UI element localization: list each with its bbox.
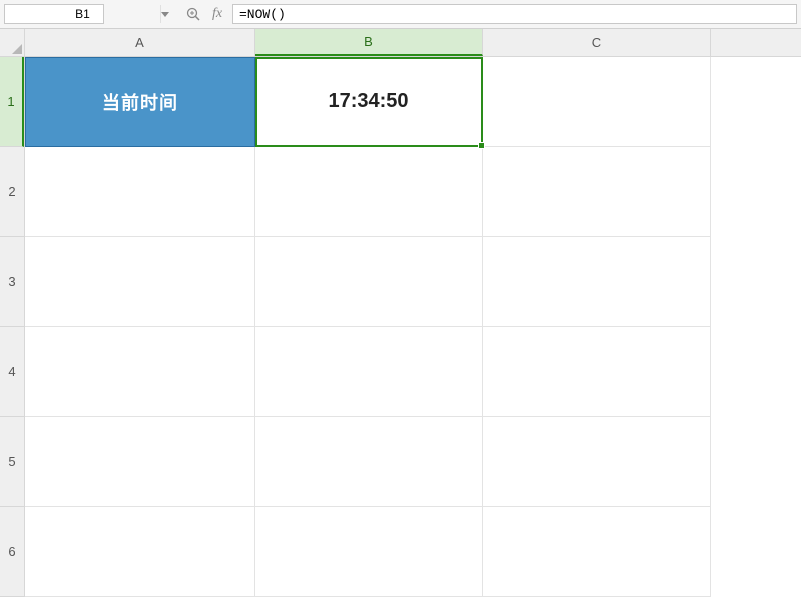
row-5 (25, 417, 801, 507)
cell-A3[interactable] (25, 237, 255, 327)
select-all-corner[interactable] (0, 29, 25, 57)
row-header-3[interactable]: 3 (0, 237, 24, 327)
name-box-input[interactable] (5, 7, 160, 21)
column-headers: A B C (25, 29, 801, 57)
cell-B1[interactable]: 17:34:50 (255, 57, 483, 147)
cell-area: 当前时间 17:34:50 (25, 57, 801, 597)
cell-A2[interactable] (25, 147, 255, 237)
fx-icon[interactable]: fx (208, 5, 226, 23)
row-header-2[interactable]: 2 (0, 147, 24, 237)
name-box-dropdown-icon[interactable] (160, 5, 169, 23)
row-header-6[interactable]: 6 (0, 507, 24, 597)
name-box-wrap[interactable] (4, 4, 104, 24)
row-1: 当前时间 17:34:50 (25, 57, 801, 147)
row-4 (25, 327, 801, 417)
cell-C3[interactable] (483, 237, 711, 327)
row-3 (25, 237, 801, 327)
cell-B4[interactable] (255, 327, 483, 417)
column-header-A[interactable]: A (25, 29, 255, 56)
formula-bar-icons: fx (184, 5, 226, 23)
formula-input[interactable] (232, 4, 797, 24)
cell-B6[interactable] (255, 507, 483, 597)
row-headers: 1 2 3 4 5 6 (0, 57, 25, 597)
cell-C5[interactable] (483, 417, 711, 507)
cell-C6[interactable] (483, 507, 711, 597)
column-header-B[interactable]: B (255, 29, 483, 56)
cell-C2[interactable] (483, 147, 711, 237)
cell-A5[interactable] (25, 417, 255, 507)
zoom-icon[interactable] (184, 5, 202, 23)
formula-bar-row: fx (0, 0, 801, 29)
cell-C4[interactable] (483, 327, 711, 417)
row-header-4[interactable]: 4 (0, 327, 24, 417)
spreadsheet-grid: A B C 1 2 3 4 5 6 当前时间 17:34:50 (0, 29, 801, 597)
row-6 (25, 507, 801, 597)
cell-A4[interactable] (25, 327, 255, 417)
row-header-5[interactable]: 5 (0, 417, 24, 507)
cell-A1[interactable]: 当前时间 (25, 57, 255, 147)
column-header-C[interactable]: C (483, 29, 711, 56)
cell-B3[interactable] (255, 237, 483, 327)
cell-B5[interactable] (255, 417, 483, 507)
row-header-1[interactable]: 1 (0, 57, 24, 147)
row-2 (25, 147, 801, 237)
cell-A6[interactable] (25, 507, 255, 597)
cell-C1[interactable] (483, 57, 711, 147)
cell-B2[interactable] (255, 147, 483, 237)
